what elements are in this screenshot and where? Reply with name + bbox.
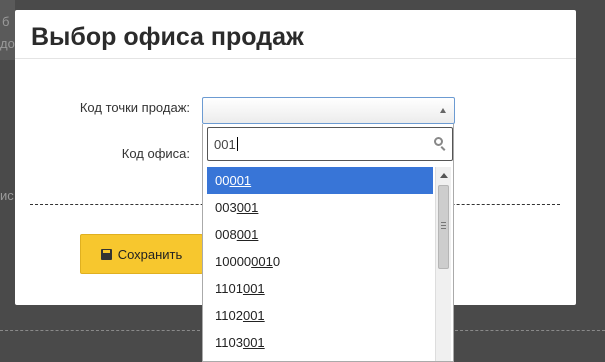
option-prefix: 008 <box>215 227 237 242</box>
point-code-label: Код точки продаж: <box>79 100 190 115</box>
scrollbar-thumb[interactable] <box>438 185 449 269</box>
option-match: 001 <box>236 227 259 242</box>
dialog-title: Выбор офиса продаж <box>31 23 304 51</box>
option-match: 001 <box>236 200 259 215</box>
background-text: до <box>0 36 15 51</box>
save-button[interactable]: Сохранить <box>80 234 203 274</box>
dropdown-option[interactable]: 100000010 <box>207 248 433 275</box>
background-divider <box>455 330 605 331</box>
option-prefix: 1103 <box>215 335 243 350</box>
dropdown-option[interactable]: 00001 <box>207 167 433 194</box>
dropdown-option[interactable]: 1102001 <box>207 302 433 329</box>
background-panel <box>0 0 15 60</box>
option-prefix: 1101 <box>215 281 243 296</box>
text-cursor <box>236 137 238 151</box>
option-suffix: 0 <box>272 254 281 269</box>
background-text: ис <box>0 188 14 203</box>
dropdown-option[interactable]: 003001 <box>207 194 433 221</box>
dropdown-search-input[interactable]: 001 <box>207 127 453 161</box>
option-match: 001 <box>242 281 265 296</box>
option-match: 001 <box>251 254 273 269</box>
dropdown-results: 00001 003001 008001 100000010 1101001 1102001… <box>207 167 433 356</box>
search-value: 001 <box>214 137 236 152</box>
dropdown-option[interactable]: 1101001 <box>207 275 433 302</box>
option-match: 001 <box>229 173 252 188</box>
dropdown-option[interactable]: 008001 <box>207 221 433 248</box>
dropdown-option[interactable]: 1103001 <box>207 329 433 356</box>
title-divider <box>15 58 576 59</box>
office-code-label: Код офиса: <box>121 146 190 161</box>
point-code-select[interactable] <box>202 97 455 124</box>
option-prefix: 10000 <box>215 254 252 269</box>
option-prefix: 003 <box>215 200 237 215</box>
dropdown-scrollbar[interactable] <box>435 167 451 361</box>
option-match: 001 <box>242 335 265 350</box>
option-prefix: 1102 <box>215 308 243 323</box>
point-code-dropdown: 001 00001 003001 008001 100000010 1101001 110… <box>202 124 454 362</box>
floppy-disk-icon <box>100 248 112 260</box>
option-prefix: 00 <box>215 173 230 188</box>
scroll-up-icon[interactable] <box>440 173 448 178</box>
background-text: б <box>2 14 10 29</box>
search-icon <box>434 137 443 146</box>
chevron-up-icon <box>440 108 446 113</box>
save-button-label: Сохранить <box>117 246 183 262</box>
background-divider <box>0 330 200 331</box>
option-match: 001 <box>242 308 265 323</box>
